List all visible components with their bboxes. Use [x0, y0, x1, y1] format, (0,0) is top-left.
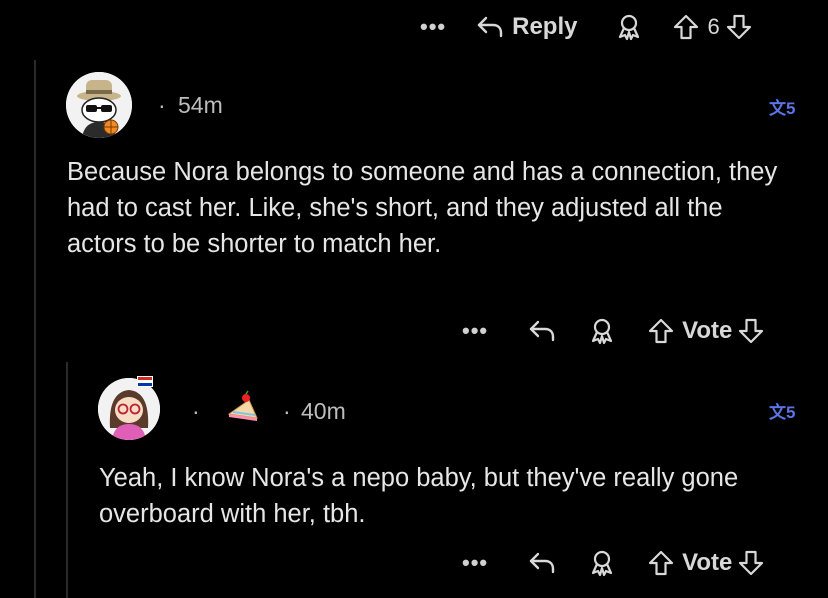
downvote-icon[interactable] [738, 317, 764, 345]
comment-timestamp: 54m [178, 92, 223, 118]
award-icon[interactable] [615, 13, 643, 41]
reply-avatar[interactable] [98, 378, 160, 440]
upvote-icon[interactable] [673, 13, 699, 41]
top-action-bar: ••• Reply 6 [420, 10, 752, 44]
comment-separator: · [158, 92, 166, 118]
reply-button[interactable]: Reply [512, 13, 577, 41]
translate-icon[interactable]: 文5 [769, 94, 795, 119]
translate-icon[interactable]: 文5 [769, 398, 795, 423]
downvote-icon[interactable] [726, 13, 752, 41]
cake-icon [225, 390, 261, 429]
comment-timestamp: 40m [301, 398, 346, 424]
comment-body: Yeah, I know Nora's a nepo baby, but the… [99, 464, 739, 528]
comment-body: Because Nora belongs to someone and has … [67, 158, 778, 258]
thread-line-inner [66, 362, 68, 598]
reply-arrow-icon[interactable] [528, 318, 556, 344]
more-options-icon[interactable]: ••• [462, 552, 488, 574]
avatar[interactable] [66, 72, 132, 138]
upvote-icon[interactable] [648, 549, 674, 577]
reply-arrow-icon[interactable] [476, 14, 504, 40]
vote-count: 6 [707, 14, 720, 39]
user-flair-separator: · [192, 398, 200, 424]
vote-label: Vote [682, 317, 733, 344]
more-options-icon[interactable]: ••• [462, 320, 488, 342]
award-icon[interactable] [588, 317, 616, 345]
more-options-icon[interactable]: ••• [420, 16, 446, 38]
vote-label: Vote [682, 549, 733, 576]
thread-line-outer [34, 60, 36, 598]
downvote-icon[interactable] [738, 549, 764, 577]
reply-arrow-icon[interactable] [528, 550, 556, 576]
upvote-icon[interactable] [648, 317, 674, 345]
comment-action-bar: ••• Vote [462, 314, 764, 348]
award-icon[interactable] [588, 549, 616, 577]
reply-action-bar: ••• Vote [462, 546, 764, 580]
flag-icon [137, 376, 153, 387]
comment-separator: · [283, 398, 291, 424]
